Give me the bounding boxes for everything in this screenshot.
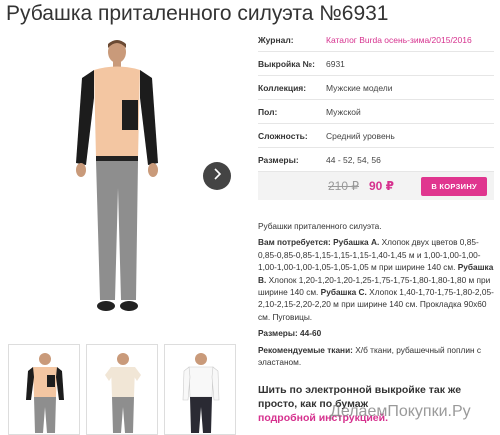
sizes-label: Размеры: [258,328,298,339]
sizes-value: 44-60 [300,328,322,339]
property-value: Средний уровень [326,130,395,141]
property-value: 6931 [326,58,345,69]
old-price: 210 ₽ [328,179,359,193]
page-title: Рубашка приталенного силуэта №6931 [6,2,389,25]
property-row-collection: Коллекция: Мужские модели [258,76,494,100]
property-value: Мужской [326,106,361,117]
properties-table: Журнал: Каталог Burda осень-зима/2015/20… [258,28,494,172]
add-to-cart-button[interactable]: В КОРЗИНУ [421,177,487,196]
price-bar: 210 ₽ 90 ₽ В КОРЗИНУ [258,172,494,200]
fabrics-label: Рекомендуемые ткани: [258,344,353,355]
shirt-a-label: Рубашка А. [333,237,380,248]
property-row-journal: Журнал: Каталог Burda осень-зима/2015/20… [258,28,494,52]
property-label: Сложность: [258,130,308,141]
property-value: Мужские модели [326,82,393,93]
description: Рубашки приталенного силуэта. Вам потреб… [258,220,496,372]
materials-paragraph: Вам потребуется: Рубашка А. Хлопок двух … [258,236,496,323]
thumbnail-shirt-b[interactable] [86,344,158,435]
needed-label: Вам потребуется: [258,237,331,248]
sizes-paragraph: Размеры: 44-60 [258,327,496,339]
property-label: Выкройка №: [258,58,315,69]
journal-link[interactable]: Каталог Burda осень-зима/2015/2016 [326,35,472,45]
property-label: Журнал: [258,34,294,45]
property-label: Размеры: [258,154,299,165]
main-product-image[interactable] [72,38,162,323]
thumbnail-shirt-a[interactable] [8,344,80,435]
description-intro: Рубашки приталенного силуэта. [258,221,382,231]
property-row-sizes: Размеры: 44 - 52, 54, 56 [258,148,494,172]
watermark: ДелаемПокупки.Ру [330,403,471,420]
property-row-difficulty: Сложность: Средний уровень [258,124,494,148]
property-label: Коллекция: [258,82,307,93]
chevron-right-icon [211,167,223,185]
property-value: 44 - 52, 54, 56 [326,154,381,165]
thumbnail-shirt-c[interactable] [164,344,236,435]
shirt-c-label: Рубашка С. [320,287,367,298]
next-image-button[interactable] [203,162,231,190]
new-price: 90 ₽ [369,179,395,193]
property-row-gender: Пол: Мужской [258,100,494,124]
fabrics-paragraph: Рекомендуемые ткани: Х/б ткани, рубашечн… [258,344,496,369]
property-label: Пол: [258,106,278,117]
property-row-pattern-number: Выкройка №: 6931 [258,52,494,76]
